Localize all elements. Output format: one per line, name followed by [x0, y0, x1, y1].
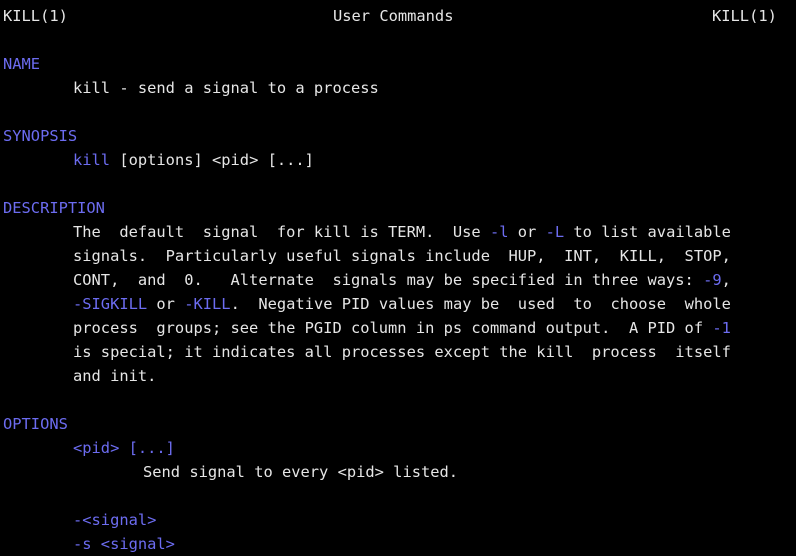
synopsis-args: [options] <pid> [...]: [110, 151, 314, 169]
synopsis-line: kill [options] <pid> [...]: [73, 148, 314, 172]
option-term-pid: <pid> [...]: [73, 439, 175, 457]
synopsis-heading: SYNOPSIS: [3, 127, 78, 145]
description-line: CONT, and 0. Alternate signals may be sp…: [73, 268, 731, 292]
description-line: and init.: [73, 364, 156, 388]
description-text: or: [147, 295, 185, 313]
header-center-title: User Commands: [333, 7, 454, 25]
name-text: kill - send a signal to a process: [73, 79, 379, 97]
header-right-title: KILL(1): [712, 7, 777, 25]
description-text: CONT, and 0. Alternate signals may be sp…: [73, 271, 704, 289]
description-text: or: [508, 223, 546, 241]
description-highlight: -l: [489, 223, 509, 241]
option-term-s-signal: -s <signal>: [73, 535, 175, 553]
description-line: -SIGKILL or -KILL. Negative PID values m…: [73, 292, 731, 316]
options-heading: OPTIONS: [3, 415, 68, 433]
description-highlight: -9: [703, 271, 722, 289]
header-left-title: KILL(1): [3, 7, 68, 25]
description-highlight: -KILL: [184, 295, 231, 313]
description-highlight: -1: [712, 319, 731, 337]
synopsis-command: kill: [73, 151, 111, 169]
description-text: The default signal for kill is TERM. Use: [73, 223, 490, 241]
option-desc-pid: Send signal to every <pid> listed.: [143, 463, 459, 481]
description-line: The default signal for kill is TERM. Use…: [73, 220, 731, 244]
description-highlight: -SIGKILL: [73, 295, 148, 313]
description-highlight: -L: [545, 223, 565, 241]
description-line: signals. Particularly useful signals inc…: [73, 244, 731, 268]
description-heading: DESCRIPTION: [3, 199, 105, 217]
description-text: and init.: [73, 367, 157, 385]
description-text: to list available: [564, 223, 731, 241]
description-text: is special; it indicates all processes e…: [73, 343, 731, 361]
man-page-terminal[interactable]: KILL(1) User Commands KILL(1) NAME kill …: [0, 0, 796, 555]
description-line: is special; it indicates all processes e…: [73, 340, 731, 364]
description-text: . Negative PID values may be used to cho…: [230, 295, 731, 313]
name-heading: NAME: [3, 55, 41, 73]
description-text: process groups; see the PGID column in p…: [73, 319, 713, 337]
option-term-signal: -<signal>: [73, 511, 157, 529]
description-text: ,: [721, 271, 731, 289]
description-line: process groups; see the PGID column in p…: [73, 316, 731, 340]
description-text: signals. Particularly useful signals inc…: [73, 247, 731, 265]
